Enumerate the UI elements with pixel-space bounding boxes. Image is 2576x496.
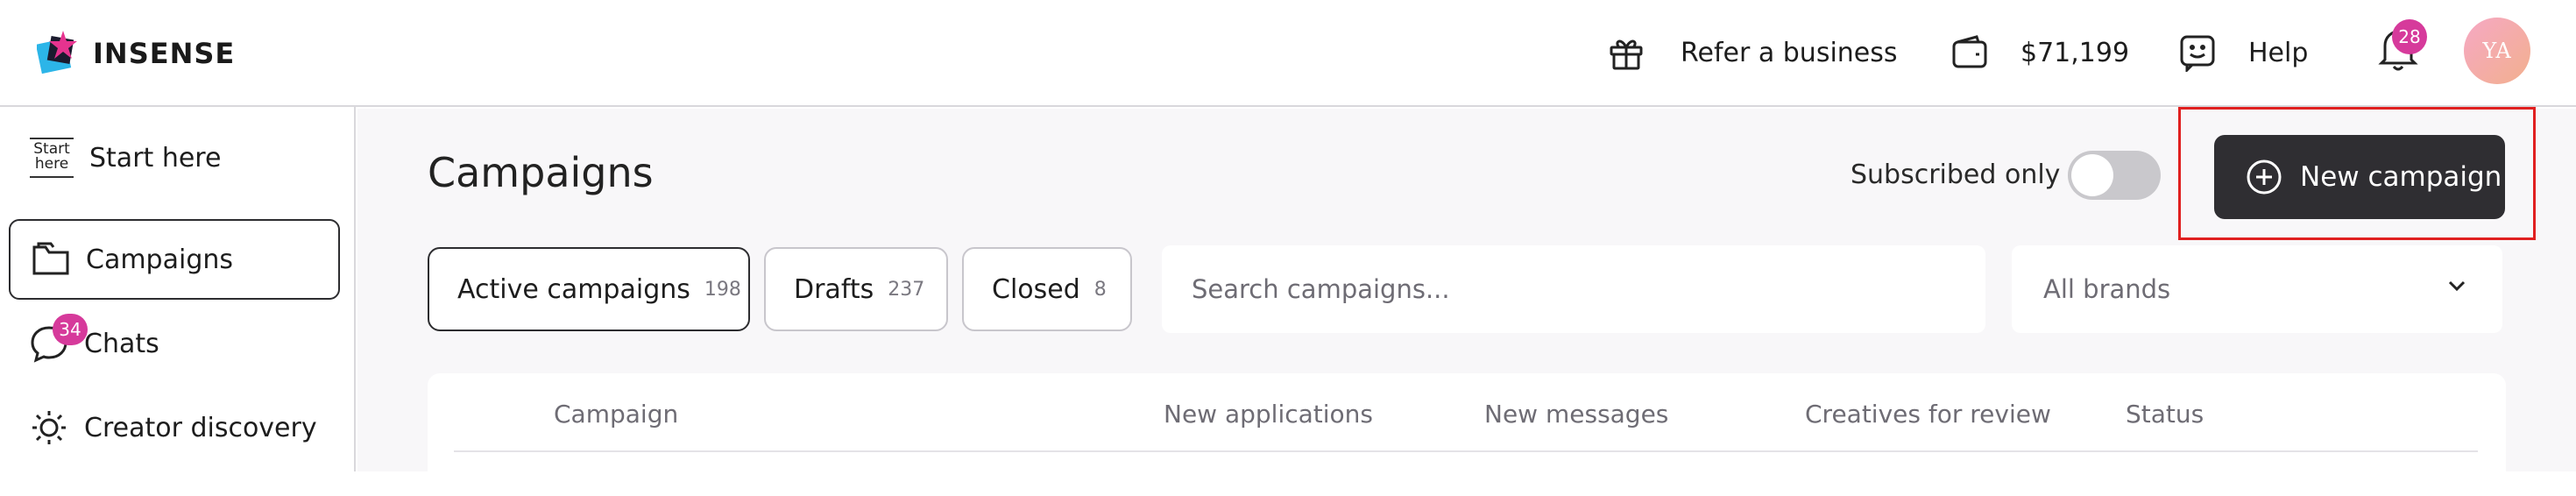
- start-here-icon: Start here: [30, 138, 74, 178]
- column-header-campaign[interactable]: Campaign: [554, 400, 678, 429]
- user-avatar[interactable]: YA: [2464, 18, 2530, 84]
- sidebar-item-start-here[interactable]: Start here Start here: [9, 117, 340, 198]
- sidebar-item-label: Creator discovery: [84, 412, 317, 443]
- tab-label: Drafts: [794, 273, 874, 305]
- column-header-status[interactable]: Status: [2126, 400, 2204, 429]
- subscribed-only-label: Subscribed only: [1851, 159, 2061, 190]
- help-link[interactable]: Help: [2178, 26, 2308, 79]
- chevron-down-icon: [2448, 280, 2466, 292]
- brand-filter-select[interactable]: All brands: [2012, 245, 2502, 333]
- top-header: INSENSE Refer a business $71,199 Help 28…: [0, 0, 2576, 107]
- balance-value: $71,199: [2020, 37, 2130, 68]
- sidebar-item-chats[interactable]: 34 Chats: [9, 303, 340, 384]
- balance-link[interactable]: $71,199: [1950, 26, 2129, 79]
- tab-closed[interactable]: Closed 8: [962, 247, 1132, 331]
- search-input[interactable]: Search campaigns...: [1162, 245, 1985, 333]
- refer-business-link[interactable]: Refer a business: [1607, 26, 1898, 79]
- tab-label: Active campaigns: [457, 273, 690, 305]
- column-header-new-applications[interactable]: New applications: [1164, 400, 1373, 429]
- column-header-creatives-for-review[interactable]: Creatives for review: [1805, 400, 2051, 429]
- help-smiley-icon: [2180, 35, 2215, 72]
- sidebar-item-label: Start here: [89, 142, 222, 174]
- new-campaign-button[interactable]: New campaign: [2214, 135, 2505, 219]
- subscribed-only-toggle[interactable]: [2068, 151, 2161, 200]
- discovery-icon: [32, 411, 66, 444]
- toggle-knob: [2071, 154, 2113, 196]
- logo-mark-icon: [37, 31, 77, 74]
- folder-icon: [32, 242, 69, 275]
- tab-label: Closed: [992, 273, 1080, 305]
- sidebar-item-label: Chats: [84, 328, 159, 359]
- chats-badge: 34: [53, 314, 88, 345]
- sidebar-item-campaigns[interactable]: Campaigns: [9, 219, 340, 300]
- tab-count: 237: [888, 278, 925, 301]
- logo-text: INSENSE: [93, 37, 236, 70]
- tab-drafts[interactable]: Drafts 237: [764, 247, 948, 331]
- column-header-new-messages[interactable]: New messages: [1484, 400, 1668, 429]
- insense-logo[interactable]: INSENSE: [37, 26, 235, 81]
- campaigns-table: Campaign New applications New messages C…: [428, 373, 2506, 496]
- wallet-icon: [1952, 35, 1987, 68]
- plus-circle-icon: [2247, 159, 2282, 195]
- new-campaign-label: New campaign: [2300, 161, 2502, 193]
- refer-business-label: Refer a business: [1681, 37, 1898, 68]
- tab-count: 8: [1093, 278, 1107, 301]
- help-label: Help: [2248, 37, 2309, 68]
- gift-icon: [1610, 39, 1643, 70]
- tab-active-campaigns[interactable]: Active campaigns 198: [428, 247, 750, 331]
- sidebar: Start here Start here Campaigns 34 Chats: [0, 107, 356, 471]
- table-header: Campaign New applications New messages C…: [454, 373, 2478, 452]
- sidebar-item-creator-discovery[interactable]: Creator discovery: [9, 387, 340, 468]
- page-title: Campaigns: [428, 149, 654, 196]
- notification-badge: 28: [2392, 19, 2427, 54]
- tab-count: 198: [704, 278, 741, 301]
- main-content: Campaigns Subscribed only New campaign A…: [357, 107, 2576, 496]
- sidebar-item-label: Campaigns: [86, 244, 234, 275]
- brand-filter-value: All brands: [2043, 274, 2171, 304]
